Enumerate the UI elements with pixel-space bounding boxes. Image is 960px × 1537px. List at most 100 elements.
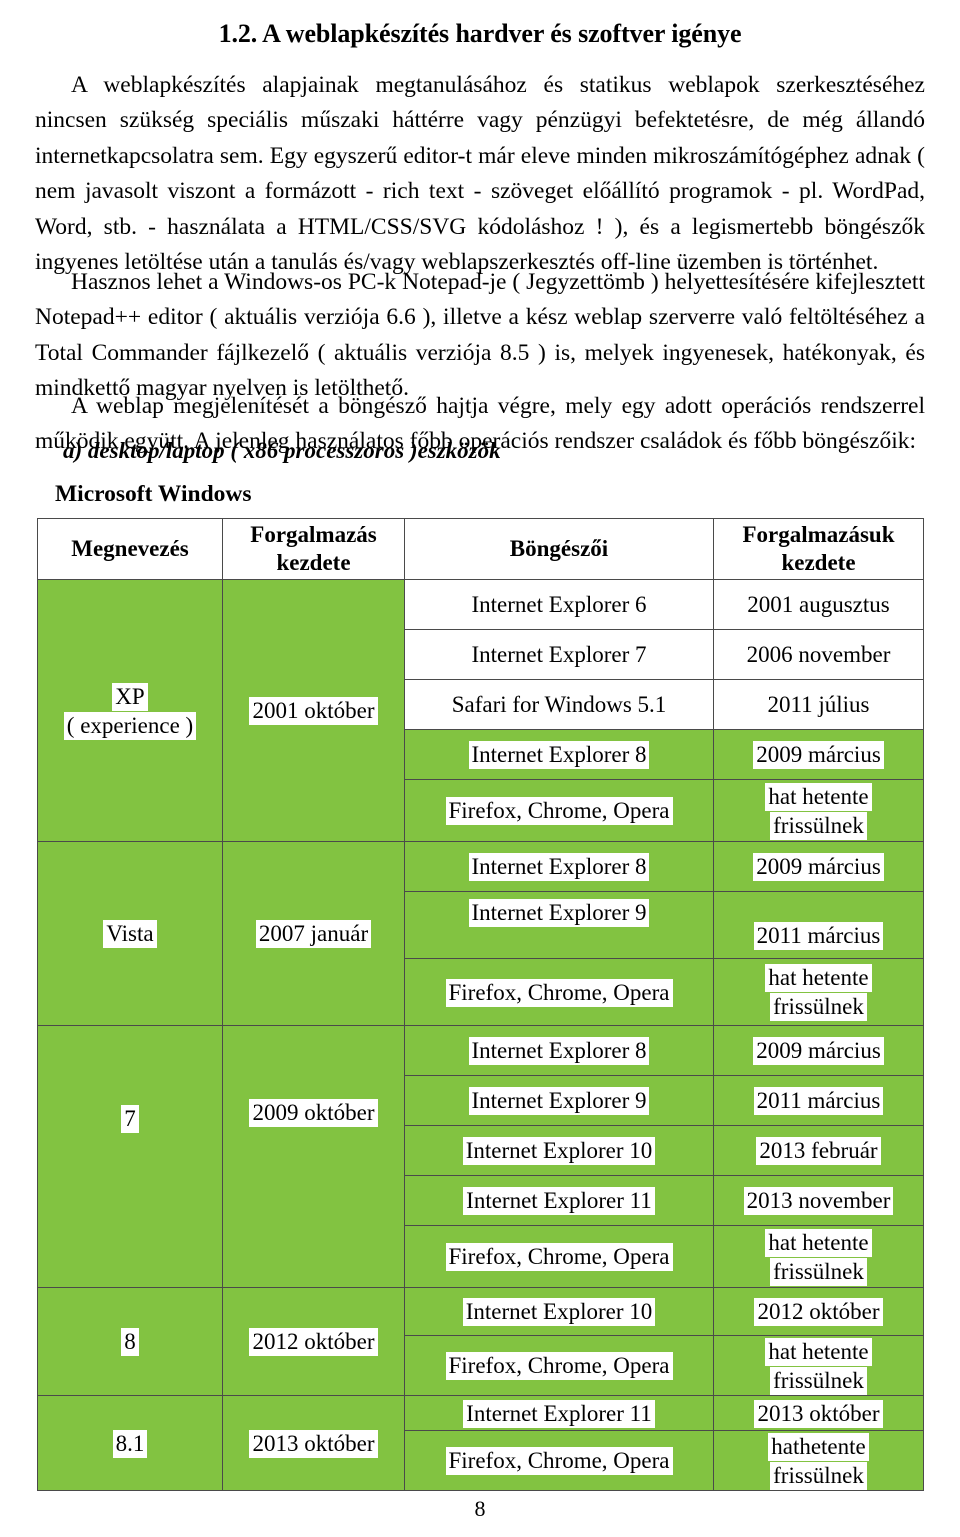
table-header-row: Megnevezés Forgalmazás kezdete Böngészői…	[37, 518, 924, 580]
browser-release-text: 2012 október	[714, 1297, 923, 1326]
browser-cell: Firefox, Chrome, Opera	[404, 1335, 714, 1396]
browser-release-line2: frissülnek	[714, 1257, 923, 1286]
browser-release-line1: hat hetente	[714, 782, 923, 811]
column-header-release: Forgalmazás kezdete	[222, 518, 405, 580]
subheading-operating-system: Microsoft Windows	[55, 481, 252, 507]
os-name-cell: 8.1	[37, 1395, 223, 1491]
column-header-browser-release-line2: kezdete	[781, 550, 856, 575]
browser-release-line2: frissülnek	[714, 992, 923, 1021]
browser-name: Firefox, Chrome, Opera	[405, 796, 713, 825]
browser-cell: Internet Explorer 8	[404, 729, 714, 780]
browser-release-cell: 2012 október	[713, 1287, 924, 1336]
browser-release-text: 2011 március	[714, 921, 923, 950]
browser-release-text: 2009 március	[714, 852, 923, 881]
os-release-cell: 2009 október	[222, 1025, 405, 1288]
os-name-cell: 7	[37, 1025, 223, 1288]
browser-release-cell: hat hetente frissülnek	[713, 779, 924, 842]
os-release-cell: 2001 október	[222, 579, 405, 842]
os-release-cell: 2012 október	[222, 1287, 405, 1396]
browser-cell: Internet Explorer 8	[404, 841, 714, 892]
browser-cell: Internet Explorer 11	[404, 1395, 714, 1431]
browser-name: Safari for Windows 5.1	[451, 692, 667, 717]
browser-name: Internet Explorer 8	[405, 852, 713, 881]
browser-name: Internet Explorer 10	[405, 1297, 713, 1326]
os-name-cell: XP ( experience )	[37, 579, 223, 842]
table-row: XP ( experience ) 2001 október Internet …	[37, 579, 924, 842]
os-release-text: 2012 október	[223, 1327, 404, 1356]
browser-release-text: 2006 november	[746, 642, 891, 667]
browser-name: Internet Explorer 11	[405, 1399, 713, 1428]
browser-name: Internet Explorer 6	[471, 592, 647, 617]
browser-cell: Internet Explorer 7	[404, 629, 714, 680]
table-header: Megnevezés Forgalmazás kezdete Böngészői…	[37, 518, 924, 580]
column-header-browser-release: Forgalmazásuk kezdete	[713, 518, 924, 580]
table-row: Vista 2007 január Internet Explorer 8 20…	[37, 841, 924, 1026]
browser-cell: Internet Explorer 11	[404, 1175, 714, 1226]
browser-release-text: 2011 július	[767, 692, 870, 717]
browser-release-cell: hathetente frissülnek	[713, 1430, 924, 1491]
os-release-cell: 2007 január	[222, 841, 405, 1026]
browser-cell: Internet Explorer 10	[404, 1287, 714, 1336]
browser-release-line1: hat hetente	[714, 963, 923, 992]
browser-release-cell: 2006 november	[713, 629, 924, 680]
column-header-browsers: Böngészői	[404, 518, 714, 580]
os-release-text: 2001 október	[223, 696, 404, 725]
browser-cell: Firefox, Chrome, Opera	[404, 779, 714, 842]
column-header-name: Megnevezés	[37, 518, 223, 580]
column-header-release-line1: Forgalmazás	[250, 522, 377, 547]
browser-name: Internet Explorer 10	[405, 1136, 713, 1165]
browser-name: Internet Explorer 8	[405, 740, 713, 769]
browser-release-cell: 2013 november	[713, 1175, 924, 1226]
browser-release-line1: hathetente	[714, 1432, 923, 1461]
browser-release-cell: 2009 március	[713, 1025, 924, 1076]
browser-release-cell: 2013 február	[713, 1125, 924, 1176]
browser-name: Firefox, Chrome, Opera	[405, 1242, 713, 1271]
browser-release-text: 2001 augusztus	[747, 592, 890, 617]
os-release-text: 2009 október	[223, 1098, 404, 1127]
browser-release-text: 2013 november	[714, 1186, 923, 1215]
table-row: 8.1 2013 október Internet Explorer 11 20…	[37, 1395, 924, 1491]
os-name-line1: 8.1	[38, 1429, 222, 1458]
browser-release-cell: 2009 március	[713, 841, 924, 892]
page-number: 8	[474, 1496, 486, 1521]
browser-name: Internet Explorer 9	[405, 898, 713, 927]
table-row: 7 2009 október Internet Explorer 8 2009 …	[37, 1025, 924, 1288]
os-name-line2: ( experience )	[38, 711, 222, 740]
browser-release-cell: hat hetente frissülnek	[713, 1335, 924, 1396]
os-name-line1: 7	[38, 1104, 222, 1133]
os-release-text: 2007 január	[223, 919, 404, 948]
browser-release-text: 2009 március	[714, 1036, 923, 1065]
column-header-release-line2: kezdete	[276, 550, 351, 575]
browser-cell: Safari for Windows 5.1	[404, 679, 714, 730]
os-name-line1: Vista	[38, 919, 222, 948]
browser-cell: Firefox, Chrome, Opera	[404, 958, 714, 1026]
paragraph-1-text: A weblapkészítés alapjainak megtanulásáh…	[35, 71, 925, 276]
browser-name: Internet Explorer 11	[405, 1186, 713, 1215]
browser-release-line2: frissülnek	[714, 1461, 923, 1490]
browser-release-cell: hat hetente frissülnek	[713, 1225, 924, 1288]
browser-release-text: 2013 október	[714, 1399, 923, 1428]
column-header-browsers-line1: Böngészői	[509, 536, 609, 561]
browser-name: Internet Explorer 7	[471, 642, 647, 667]
os-name-line1: 8	[38, 1327, 222, 1356]
table-row: 8 2012 október Internet Explorer 10 2012…	[37, 1287, 924, 1396]
browser-name: Firefox, Chrome, Opera	[405, 1446, 713, 1475]
browser-cell: Internet Explorer 9	[404, 891, 714, 959]
paragraph-2-text: Hasznos lehet a Windows-os PC-k Notepad-…	[35, 268, 925, 402]
browser-release-line2: frissülnek	[714, 811, 923, 840]
browser-release-cell: 2009 március	[713, 729, 924, 780]
browser-release-cell: 2011 március	[713, 891, 924, 959]
browser-release-cell: 2011 március	[713, 1075, 924, 1126]
browser-cell: Internet Explorer 10	[404, 1125, 714, 1176]
browser-release-cell: 2013 október	[713, 1395, 924, 1431]
page-title: 1.2. A weblapkészítés hardver és szoftve…	[218, 19, 742, 49]
browser-cell: Firefox, Chrome, Opera	[404, 1225, 714, 1288]
browser-compatibility-table: Megnevezés Forgalmazás kezdete Böngészői…	[37, 518, 924, 1491]
browser-name: Internet Explorer 8	[405, 1036, 713, 1065]
browser-release-text: 2013 február	[714, 1136, 923, 1165]
browser-release-line1: hat hetente	[714, 1337, 923, 1366]
subheading-device-category: a) desktop/laptop ( x86 processzoros )es…	[63, 438, 501, 463]
browser-release-line1: hat hetente	[714, 1228, 923, 1257]
browser-release-text: 2011 március	[714, 1086, 923, 1115]
browser-release-cell: 2001 augusztus	[713, 579, 924, 630]
